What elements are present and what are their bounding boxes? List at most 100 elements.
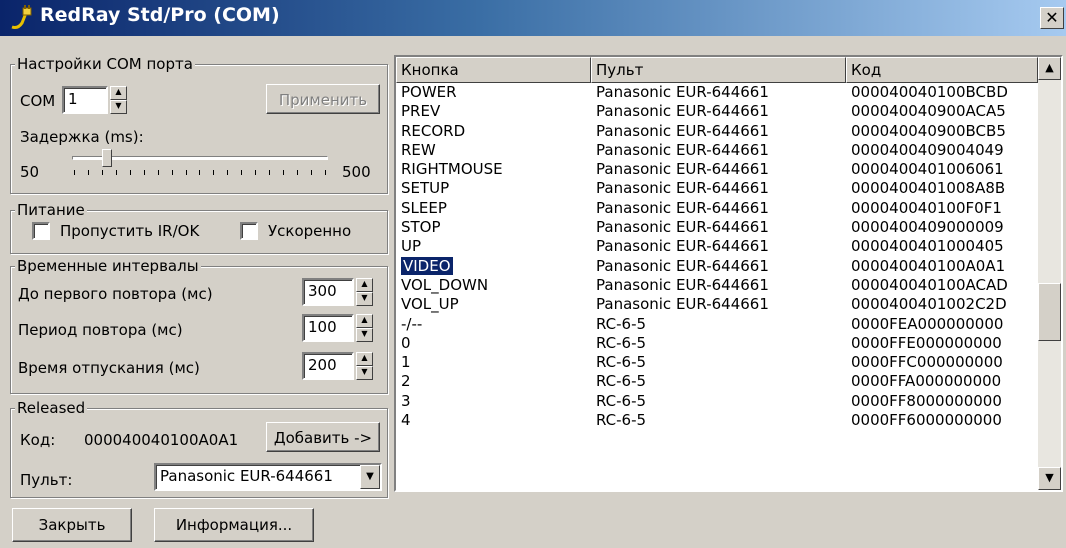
cell-remote: RC-6-5 bbox=[591, 392, 846, 411]
cell-text: 2 bbox=[401, 372, 411, 391]
table-row[interactable]: -/-- RC-6-5 0000FEA000000000 bbox=[396, 315, 1038, 334]
remote-select[interactable]: Panasonic EUR-644661 bbox=[154, 463, 382, 491]
cell-remote: Panasonic EUR-644661 bbox=[591, 160, 846, 179]
cell-button: 1 bbox=[396, 353, 591, 372]
table-row[interactable]: RECORD Panasonic EUR-644661 000040040900BC… bbox=[396, 122, 1038, 141]
info-button[interactable]: Информация... bbox=[154, 508, 314, 542]
cell-button: 3 bbox=[396, 392, 591, 411]
intervals-legend: Временные интервалы bbox=[15, 256, 201, 276]
cell-button: VOL_UP bbox=[396, 295, 591, 314]
close-button[interactable]: Закрыть bbox=[12, 508, 132, 542]
repeat-period-input[interactable]: 100 bbox=[302, 314, 354, 342]
cell-button: -/-- bbox=[396, 315, 591, 334]
table-row[interactable]: 2 RC-6-5 0000FFA000000000 bbox=[396, 372, 1038, 391]
table-row[interactable]: 1 RC-6-5 0000FFC000000000 bbox=[396, 353, 1038, 372]
com-port-input[interactable]: 1 bbox=[62, 86, 108, 114]
remote-dropdown-button[interactable]: ▼ bbox=[360, 465, 380, 489]
table-row[interactable]: SETUP Panasonic EUR-644661 0000400401008A8… bbox=[396, 179, 1038, 198]
table-row[interactable]: REW Panasonic EUR-644661 0000400409004049 bbox=[396, 141, 1038, 160]
delay-max-label: 500 bbox=[342, 163, 371, 181]
cell-text: SLEEP bbox=[401, 198, 447, 217]
release-time-label: Время отпускания (мс) bbox=[18, 359, 200, 377]
apply-button[interactable]: Применить bbox=[266, 84, 380, 114]
title-bar[interactable]: RedRay Std/Pro (COM) ✕ bbox=[0, 0, 1066, 36]
cell-text: 0000400409004049 bbox=[851, 140, 1004, 159]
cell-button: REW bbox=[396, 141, 591, 160]
spin-down-icon[interactable]: ▼ bbox=[356, 366, 373, 380]
spin-up-icon[interactable]: ▲ bbox=[110, 86, 127, 100]
table-scrollbar[interactable]: ▲ ▼ bbox=[1038, 57, 1061, 490]
cell-code: 0000400409004049 bbox=[846, 141, 1038, 160]
skip-ir-checkbox[interactable] bbox=[32, 222, 50, 240]
add-button[interactable]: Добавить -> bbox=[266, 422, 380, 452]
table-row[interactable]: VIDEO Panasonic EUR-644661 000040040100A0A… bbox=[396, 256, 1038, 276]
first-repeat-spinner[interactable]: ▲ ▼ bbox=[356, 278, 373, 306]
repeat-period-label: Период повтора (мс) bbox=[18, 321, 183, 339]
column-header-code[interactable]: Код bbox=[846, 57, 1038, 83]
repeat-period-spinner[interactable]: ▲ ▼ bbox=[356, 314, 373, 342]
cell-button: SLEEP bbox=[396, 199, 591, 218]
delay-slider-thumb[interactable] bbox=[101, 149, 112, 167]
cell-remote: Panasonic EUR-644661 bbox=[591, 295, 846, 314]
cell-code: 000040040100BCBD bbox=[846, 83, 1038, 102]
cell-text: 3 bbox=[401, 391, 411, 410]
com-settings-legend: Настройки COM порта bbox=[15, 54, 195, 74]
release-time-input[interactable]: 200 bbox=[302, 352, 354, 380]
cell-remote: Panasonic EUR-644661 bbox=[591, 122, 846, 141]
spin-up-icon[interactable]: ▲ bbox=[356, 278, 373, 292]
cell-remote: RC-6-5 bbox=[591, 353, 846, 372]
cell-text: REW bbox=[401, 140, 436, 159]
cell-code: 0000400401008A8B bbox=[846, 179, 1038, 198]
table-row[interactable]: RIGHTMOUSE Panasonic EUR-644661 0000400401… bbox=[396, 160, 1038, 179]
chevron-down-icon: ▼ bbox=[1045, 471, 1054, 484]
remote-plug-icon bbox=[11, 5, 32, 29]
table-row[interactable]: POWER Panasonic EUR-644661 000040040100BCB… bbox=[396, 83, 1038, 102]
column-header-button[interactable]: Кнопка bbox=[396, 57, 591, 83]
scroll-thumb[interactable] bbox=[1038, 283, 1061, 341]
cell-text: 0000FEA000000000 bbox=[851, 314, 1004, 333]
first-repeat-input[interactable]: 300 bbox=[302, 278, 354, 306]
com-port-spinner[interactable]: ▲ ▼ bbox=[110, 86, 127, 114]
table-row[interactable]: 0 RC-6-5 0000FFE000000000 bbox=[396, 334, 1038, 353]
accelerated-checkbox[interactable] bbox=[240, 222, 258, 240]
table-row[interactable]: PREV Panasonic EUR-644661 000040040900ACA5 bbox=[396, 102, 1038, 121]
cell-text: Panasonic EUR-644661 bbox=[596, 295, 769, 314]
cell-text: Panasonic EUR-644661 bbox=[596, 237, 769, 256]
cell-code: 0000400401006061 bbox=[846, 160, 1038, 179]
spin-up-icon[interactable]: ▲ bbox=[356, 352, 373, 366]
cell-text: 0000400401002C2D bbox=[851, 295, 1007, 314]
scroll-up-button[interactable]: ▲ bbox=[1038, 57, 1061, 80]
cell-text: RC-6-5 bbox=[596, 391, 647, 410]
close-window-button[interactable]: ✕ bbox=[1040, 7, 1064, 29]
buttons-table[interactable]: Кнопка Пульт Код POWER Panasonic EUR-6446… bbox=[394, 55, 1063, 492]
spin-down-icon[interactable]: ▼ bbox=[356, 292, 373, 306]
release-time-spinner[interactable]: ▲ ▼ bbox=[356, 352, 373, 380]
cell-text: Panasonic EUR-644661 bbox=[596, 140, 769, 159]
cell-code: 000040040900BCB5 bbox=[846, 122, 1038, 141]
released-legend: Released bbox=[15, 398, 88, 418]
column-header-remote[interactable]: Пульт bbox=[591, 57, 846, 83]
cell-remote: Panasonic EUR-644661 bbox=[591, 257, 846, 276]
accelerated-label[interactable]: Ускоренно bbox=[268, 221, 351, 241]
cell-text: 000040040100F0F1 bbox=[851, 198, 1002, 217]
table-row[interactable]: STOP Panasonic EUR-644661 0000400409000009 bbox=[396, 218, 1038, 237]
remote-label: Пульт: bbox=[20, 471, 73, 489]
spin-down-icon[interactable]: ▼ bbox=[110, 100, 127, 114]
cell-text: Panasonic EUR-644661 bbox=[596, 218, 769, 237]
cell-text: 0000FFC000000000 bbox=[851, 353, 1003, 372]
table-row[interactable]: VOL_UP Panasonic EUR-644661 0000400401002C… bbox=[396, 295, 1038, 314]
table-row[interactable]: UP Panasonic EUR-644661 0000400401000405 bbox=[396, 237, 1038, 256]
table-row[interactable]: 3 RC-6-5 0000FF8000000000 bbox=[396, 392, 1038, 411]
table-row[interactable]: 4 RC-6-5 0000FF6000000000 bbox=[396, 411, 1038, 430]
cell-text: 0000FFE000000000 bbox=[851, 333, 1002, 352]
spin-up-icon[interactable]: ▲ bbox=[356, 314, 373, 328]
cell-remote: Panasonic EUR-644661 bbox=[591, 83, 846, 102]
skip-ir-label[interactable]: Пропустить IR/OK bbox=[60, 221, 199, 241]
spin-down-icon[interactable]: ▼ bbox=[356, 328, 373, 342]
cell-remote: Panasonic EUR-644661 bbox=[591, 237, 846, 256]
delay-min-label: 50 bbox=[20, 163, 40, 181]
scroll-down-button[interactable]: ▼ bbox=[1038, 467, 1061, 490]
table-row[interactable]: SLEEP Panasonic EUR-644661 000040040100F0F… bbox=[396, 199, 1038, 218]
table-row[interactable]: VOL_DOWN Panasonic EUR-644661 000040040100… bbox=[396, 276, 1038, 295]
cell-code: 0000FEA000000000 bbox=[846, 315, 1038, 334]
